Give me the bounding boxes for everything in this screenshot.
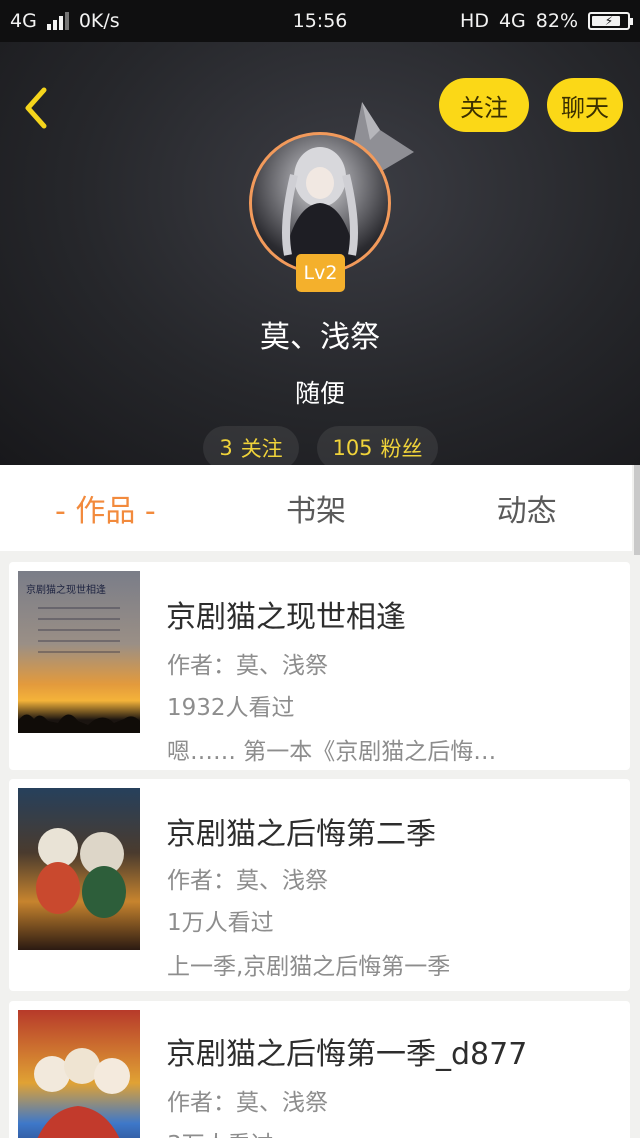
- tab-activity[interactable]: 动态: [421, 486, 632, 530]
- profile-tabs: - 作品 - 书架 动态: [0, 465, 632, 551]
- network-label: 4G: [10, 10, 37, 32]
- book-card[interactable]: 京剧猫之后悔第二季 作者：莫、浅祭 1万人看过 上一季,京剧猫之后悔第一季: [9, 779, 630, 991]
- book-card[interactable]: 京剧猫之现世相逢 京剧猫之现世相逢 作者：莫、浅祭 1932人看过 嗯…… 第一…: [9, 562, 630, 770]
- tab-works[interactable]: - 作品 -: [0, 486, 211, 530]
- following-count: 3: [219, 436, 233, 460]
- avatar-image: [282, 147, 358, 271]
- status-bar: 4G 0K/s 15:56 HD 4G 82% ⚡: [0, 0, 640, 42]
- profile-header: 关注 聊天 Lv2 莫、浅祭 随便 3 关注 105 粉丝: [0, 42, 640, 465]
- following-label: 关注: [240, 437, 283, 461]
- tree-silhouette-icon: [18, 714, 140, 733]
- cover-text-lines: [38, 607, 120, 662]
- scrollbar[interactable]: [634, 465, 640, 555]
- network-speed: 0K/s: [78, 10, 120, 32]
- book-author: 作者：莫、浅祭: [167, 1090, 328, 1116]
- fans-stat[interactable]: 105 粉丝: [317, 426, 438, 465]
- book-description: 嗯…… 第一本《京剧猫之后悔…: [167, 739, 497, 765]
- cover-art-image: [34, 1048, 130, 1138]
- book-views: 1万人看过: [167, 910, 274, 936]
- book-card[interactable]: 京剧猫之后悔第一季_d877 作者：莫、浅祭 3万人看过: [9, 1001, 630, 1138]
- book-views: 3万人看过: [167, 1125, 274, 1138]
- cover-art-image: [36, 828, 126, 918]
- level-badge: Lv2: [296, 254, 345, 292]
- battery-icon: ⚡: [588, 12, 633, 30]
- book-title: 京剧猫之现世相逢: [166, 600, 406, 635]
- fans-count: 105: [332, 436, 373, 460]
- battery-percent: 82%: [535, 10, 578, 32]
- following-stat[interactable]: 3 关注: [203, 426, 299, 465]
- book-title: 京剧猫之后悔第一季_d877: [166, 1037, 528, 1072]
- book-title: 京剧猫之后悔第二季: [166, 817, 436, 852]
- fans-label: 粉丝: [380, 437, 423, 461]
- status-left: 4G 0K/s: [10, 10, 120, 32]
- book-cover: [18, 788, 140, 950]
- book-cover: [18, 1010, 140, 1138]
- cover-title: 京剧猫之现世相逢: [26, 585, 106, 596]
- avatar[interactable]: [249, 132, 391, 274]
- hd-label: HD: [460, 10, 489, 32]
- chat-button[interactable]: 聊天: [547, 78, 623, 132]
- charging-bolt-icon: ⚡: [604, 14, 614, 28]
- chevron-left-icon: [25, 87, 47, 129]
- network-label-right: 4G: [498, 10, 526, 32]
- signature: 随便: [294, 379, 345, 408]
- book-cover: 京剧猫之现世相逢: [18, 571, 140, 733]
- nickname: 莫、浅祭: [260, 320, 380, 355]
- book-description: 上一季,京剧猫之后悔第一季: [167, 954, 451, 980]
- book-views: 1932人看过: [167, 695, 295, 721]
- book-author: 作者：莫、浅祭: [167, 868, 328, 894]
- back-button[interactable]: [18, 84, 58, 132]
- signal-icon: [46, 12, 69, 30]
- book-author: 作者：莫、浅祭: [167, 653, 328, 679]
- follow-button[interactable]: 关注: [439, 78, 529, 132]
- tab-bookshelf[interactable]: 书架: [211, 486, 422, 530]
- status-right: HD 4G 82% ⚡: [460, 10, 633, 32]
